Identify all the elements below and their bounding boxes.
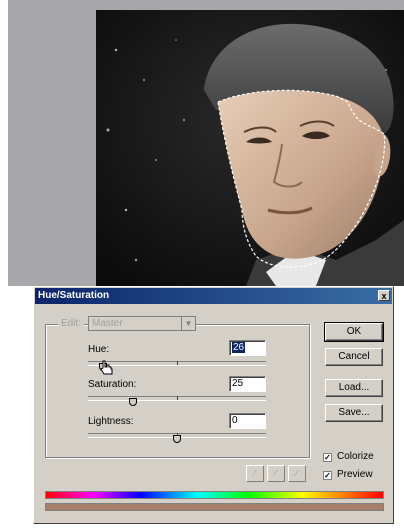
eyedropper-minus-icon[interactable]: ⁄ <box>288 465 306 482</box>
hue-input[interactable]: 26 <box>229 340 266 356</box>
ok-button[interactable]: OK <box>324 322 384 342</box>
lightness-input[interactable]: 0 <box>229 413 266 429</box>
dialog-title: Hue/Saturation <box>38 290 110 301</box>
colorize-tint-bar <box>45 503 384 511</box>
saturation-slider-track[interactable] <box>88 396 266 401</box>
chevron-down-icon: ▼ <box>181 317 195 330</box>
saturation-input[interactable]: 25 <box>229 376 266 392</box>
hand-cursor-icon <box>100 360 113 375</box>
colorize-checkbox[interactable]: ✓ <box>323 453 332 462</box>
portrait-image <box>96 10 404 286</box>
close-button[interactable]: x <box>378 290 390 301</box>
hue-value: 26 <box>232 342 246 353</box>
eyedropper-icon[interactable]: ⁄ <box>246 465 264 482</box>
saturation-center-tick <box>177 396 178 400</box>
hue-center-tick <box>177 361 178 365</box>
eyedropper-plus-icon[interactable]: ⁄ <box>267 465 285 482</box>
edit-dropdown-value: Master <box>92 318 123 329</box>
load-button[interactable]: Load... <box>325 379 383 397</box>
lightness-value: 0 <box>232 415 238 426</box>
saturation-label: Saturation: <box>88 379 137 390</box>
cancel-button[interactable]: Cancel <box>325 348 383 366</box>
hue-label: Hue: <box>88 344 110 355</box>
dialog-titlebar[interactable]: Hue/Saturation x <box>35 288 392 304</box>
lightness-slider-thumb[interactable] <box>173 435 181 443</box>
edit-label: Edit: <box>58 318 85 329</box>
edit-dropdown[interactable]: Master ▼ <box>88 316 196 331</box>
colorize-label: Colorize <box>337 451 374 462</box>
save-button[interactable]: Save... <box>325 404 383 422</box>
photo-canvas[interactable] <box>96 10 404 286</box>
workspace: Hue/Saturation x Edit: Master ▼ Hue: 26 … <box>0 0 404 528</box>
preview-label: Preview <box>337 469 373 480</box>
saturation-value: 25 <box>232 378 244 389</box>
saturation-slider-thumb[interactable] <box>129 398 137 406</box>
hue-saturation-dialog: Hue/Saturation x Edit: Master ▼ Hue: 26 … <box>33 286 394 524</box>
lightness-label: Lightness: <box>88 416 134 427</box>
preview-checkbox[interactable]: ✓ <box>323 471 332 480</box>
hue-spectrum-bar <box>45 491 384 499</box>
